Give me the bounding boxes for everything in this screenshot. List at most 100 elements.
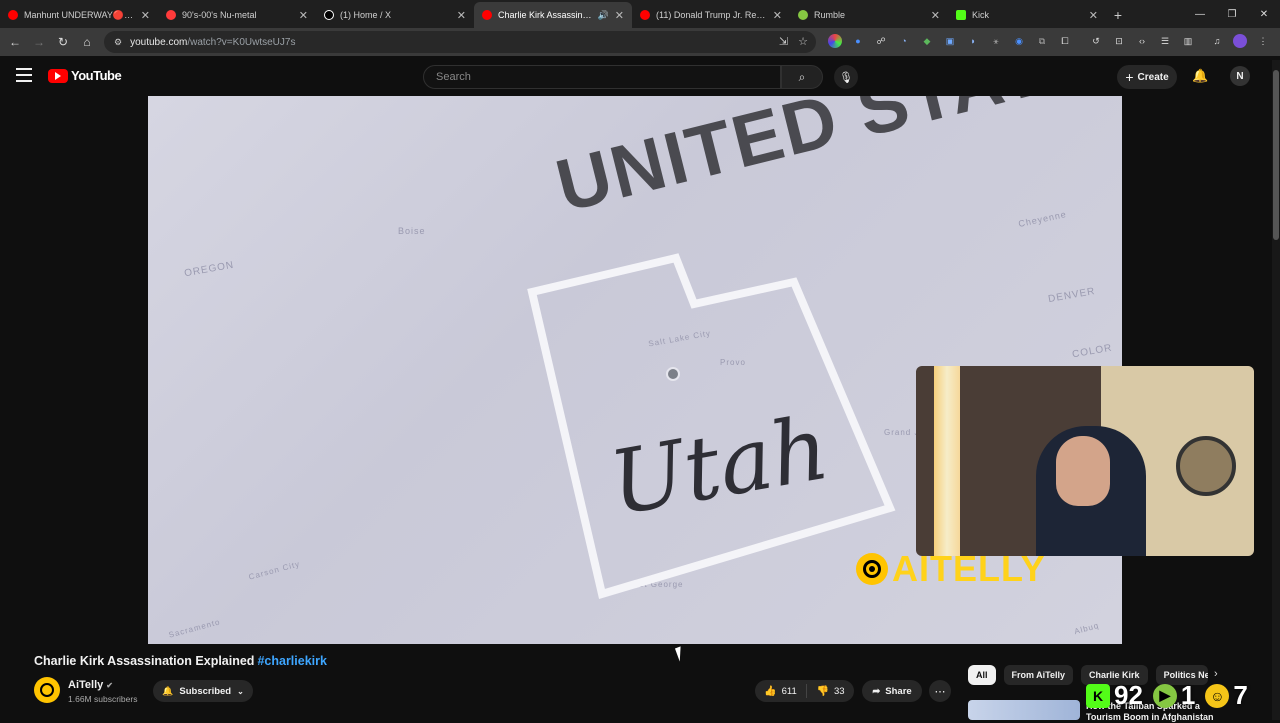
home-icon[interactable]: ⌂ (75, 30, 99, 54)
subscribed-button[interactable]: 🔔 Subscribed ⌄ (153, 680, 253, 702)
close-window-icon[interactable]: ✕ (1248, 0, 1280, 28)
youtube-logo[interactable]: YouTube (48, 68, 122, 83)
browser-tab[interactable]: Manhunt UNDERWAY🔴RIP ✕ (0, 2, 158, 28)
create-button[interactable]: + Create (1117, 65, 1177, 89)
tab-title: (1) Home / X (340, 10, 392, 20)
channel-avatar[interactable] (34, 677, 60, 703)
capture-icon[interactable]: ⊡ (1112, 34, 1126, 48)
browser-tab[interactable]: (11) Donald Trump Jr. Reflects o ✕ (632, 2, 790, 28)
extension-icon[interactable]: ◔ (897, 34, 911, 48)
browser-tab[interactable]: Rumble ✕ (790, 2, 948, 28)
chevron-down-icon: ⌄ (237, 686, 244, 696)
new-tab-button[interactable]: + (1106, 2, 1130, 28)
sidebar-icon[interactable]: ▥ (1181, 34, 1195, 48)
back-icon[interactable]: ← (3, 30, 27, 54)
profile-icon[interactable] (1233, 34, 1247, 48)
browser-tab-active[interactable]: Charlie Kirk Assassination E 🔊 ✕ (474, 2, 632, 28)
logo-text: YouTube (71, 68, 122, 83)
reading-list-icon[interactable]: ☰ (1158, 34, 1172, 48)
verified-icon: ✔ (106, 681, 113, 690)
search-input[interactable]: Search (423, 65, 781, 89)
minimize-icon[interactable]: — (1184, 0, 1216, 28)
channel-name-text: AiTelly (68, 679, 104, 691)
rumble-icon: ▶ (1152, 683, 1177, 708)
puzzle-icon[interactable]: ⧠ (1058, 34, 1072, 48)
voice-search-button[interactable]: 🎙 (834, 65, 858, 89)
chip-from-channel[interactable]: From AiTelly (1003, 665, 1074, 685)
browser-toolbar: ← → ↻ ⌂ ⚙ youtube.com/watch?v=K0UwtseUJ7… (0, 28, 1280, 56)
avatar-letter: N (1236, 70, 1244, 82)
extension-icon[interactable]: ⧉ (1035, 34, 1049, 48)
close-tab-icon[interactable]: ✕ (299, 9, 308, 22)
share-button[interactable]: ➦ Share (862, 680, 922, 702)
extension-icon[interactable]: ◗ (966, 34, 980, 48)
hashtag-link[interactable]: #charliekirk (257, 654, 327, 668)
extension-icon[interactable]: ◉ (1012, 34, 1026, 48)
dislike-button[interactable]: 👎 33 (807, 686, 854, 697)
extension-icon[interactable]: ☍ (874, 34, 888, 48)
youtube-play-icon (48, 68, 68, 83)
video-title: Charlie Kirk Assassination Explained #cha… (34, 654, 327, 668)
rumble-favicon-icon (798, 10, 808, 20)
extensions-row: ● ☍ ◔ ◆ ▣ ◗ ⚹ ◉ ⧉ ⧠ ↺ ⊡ ‹› ☰ ▥ ♫ ⋮ (828, 34, 1270, 48)
kick-icon: K (1086, 683, 1110, 708)
mouse-cursor (674, 644, 692, 662)
like-button[interactable]: 👍 611 (755, 684, 807, 698)
tab-title: Kick (972, 10, 990, 20)
chip-all[interactable]: All (968, 665, 996, 685)
more-actions-icon[interactable]: ⋯ (929, 680, 951, 702)
close-tab-icon[interactable]: ✕ (457, 9, 466, 22)
browser-tab[interactable]: 90's-00's Nu-metal ✕ (158, 2, 316, 28)
channel-name[interactable]: AiTelly ✔ (68, 679, 113, 691)
hamburger-menu-icon[interactable] (16, 68, 32, 82)
map-place-label: Cheyenne (1017, 209, 1068, 229)
notifications-bell-icon[interactable]: 🔔 (1192, 68, 1208, 84)
browser-tab[interactable]: (1) Home / X ✕ (316, 2, 474, 28)
recommended-video-thumbnail[interactable] (968, 700, 1080, 720)
forward-icon[interactable]: → (27, 30, 51, 54)
stream-viewer-stats: K 92 ▶ 1 ☺ 7 (1086, 680, 1254, 711)
like-count: 611 (781, 685, 797, 697)
restore-icon[interactable]: ❐ (1216, 0, 1248, 28)
close-tab-icon[interactable]: ✕ (141, 9, 150, 22)
tab-title: 90's-00's Nu-metal (182, 10, 257, 20)
share-icon: ➦ (872, 685, 881, 697)
media-controls-icon[interactable]: ♫ (1210, 34, 1224, 48)
chevron-right-icon[interactable]: › (1214, 668, 1218, 680)
account-avatar[interactable]: N (1230, 66, 1250, 86)
video-title-text: Charlie Kirk Assassination Explained (34, 654, 255, 668)
close-tab-icon[interactable]: ✕ (615, 9, 624, 22)
reload-icon[interactable]: ↻ (51, 30, 75, 54)
search-button[interactable]: ⌕ (781, 65, 823, 89)
site-info-icon[interactable]: ⚙ (114, 37, 122, 48)
map-place-label: Carson City (247, 559, 302, 582)
webcam-overlay (916, 366, 1254, 556)
history-icon[interactable]: ↺ (1089, 34, 1103, 48)
youtube-favicon-icon (8, 10, 18, 20)
tab-title: (11) Donald Trump Jr. Reflects o (656, 10, 767, 20)
bookmark-star-icon[interactable]: ☆ (798, 35, 808, 48)
search-placeholder: Search (436, 71, 471, 83)
page-scrollbar[interactable] (1272, 60, 1280, 720)
url-host: youtube.com (130, 36, 188, 48)
speaker-icon[interactable]: 🔊 (598, 10, 609, 21)
browser-tab[interactable]: Kick ✕ (948, 2, 1106, 28)
extension-icon[interactable]: ● (851, 34, 865, 48)
omnibox-actions: ⇲ ☆ (779, 35, 808, 48)
extension-icon[interactable]: ◆ (920, 34, 934, 48)
address-bar[interactable]: ⚙ youtube.com/watch?v=K0UwtseUJ7s ⇲ ☆ (104, 31, 816, 53)
close-tab-icon[interactable]: ✕ (773, 9, 782, 22)
map-place-label: COLOR (1071, 342, 1114, 361)
close-tab-icon[interactable]: ✕ (931, 9, 940, 22)
extension-icon[interactable]: ⚹ (989, 34, 1003, 48)
browser-menu-icon[interactable]: ⋮ (1256, 34, 1270, 48)
share-label: Share (885, 685, 912, 697)
extension-icon[interactable] (828, 34, 842, 48)
install-app-icon[interactable]: ⇲ (779, 35, 788, 48)
close-tab-icon[interactable]: ✕ (1089, 9, 1098, 22)
tab-title: Charlie Kirk Assassination E (498, 10, 594, 20)
thumbs-down-icon: 👎 (816, 685, 829, 697)
devtools-icon[interactable]: ‹› (1135, 34, 1149, 48)
extension-icon[interactable]: ▣ (943, 34, 957, 48)
streamer-head (1056, 436, 1110, 506)
